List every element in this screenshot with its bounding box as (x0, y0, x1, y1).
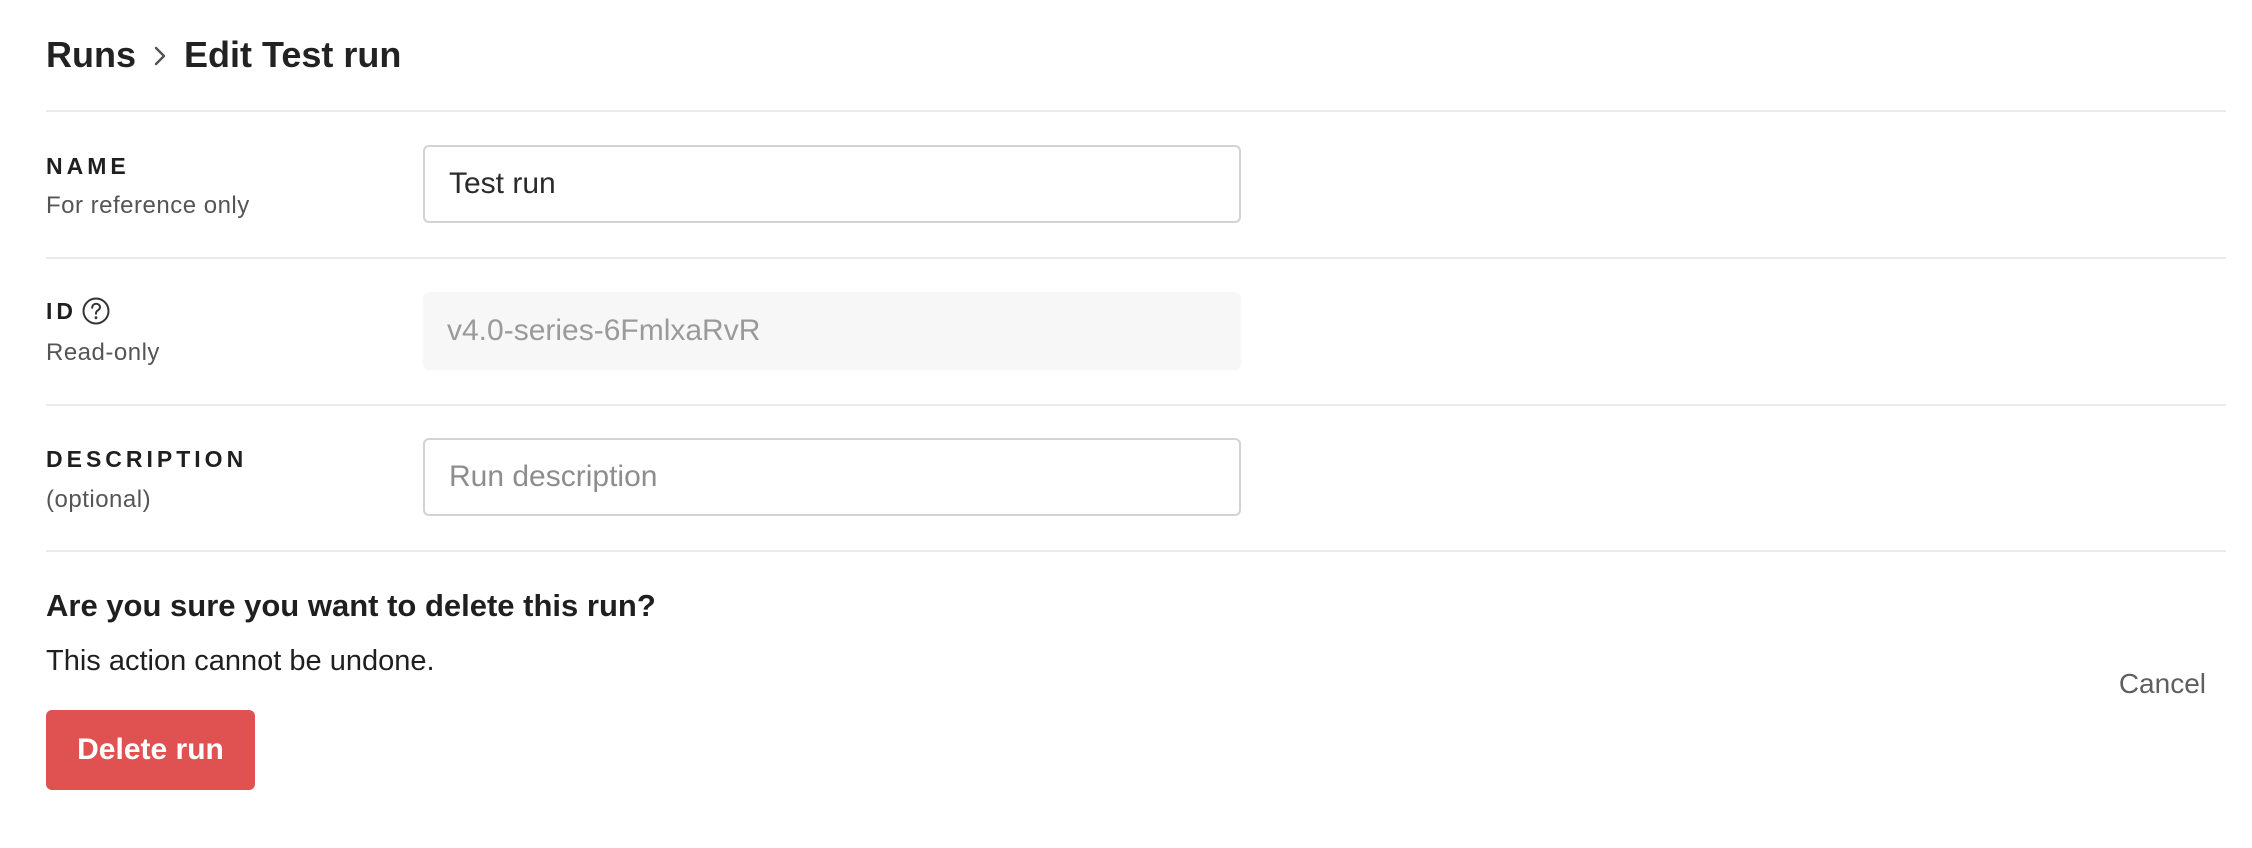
divider (46, 110, 2226, 112)
breadcrumb: Runs Edit Test run (46, 30, 401, 80)
delete-run-button[interactable]: Delete run (46, 710, 255, 790)
description-label: DESCRIPTION (46, 446, 248, 472)
edit-run-page: Runs Edit Test run NAME For reference on… (46, 0, 2226, 848)
delete-confirm-question: Are you sure you want to delete this run… (46, 588, 656, 623)
id-field (423, 292, 1241, 370)
id-hint: Read-only (46, 339, 160, 366)
divider (46, 257, 2226, 259)
id-label: ID (46, 296, 111, 326)
name-hint: For reference only (46, 192, 250, 219)
chevron-right-icon (136, 30, 184, 80)
help-icon[interactable] (81, 296, 111, 326)
cancel-button[interactable]: Cancel (2119, 668, 2206, 700)
delete-confirm-warning: This action cannot be undone. (46, 645, 435, 677)
page-title: Edit Test run (184, 34, 402, 75)
divider (46, 550, 2226, 552)
divider (46, 404, 2226, 406)
description-input[interactable] (423, 438, 1241, 516)
description-hint: (optional) (46, 486, 152, 513)
name-label: NAME (46, 153, 130, 179)
breadcrumb-runs-link[interactable]: Runs (46, 34, 136, 76)
name-input[interactable] (423, 145, 1241, 223)
